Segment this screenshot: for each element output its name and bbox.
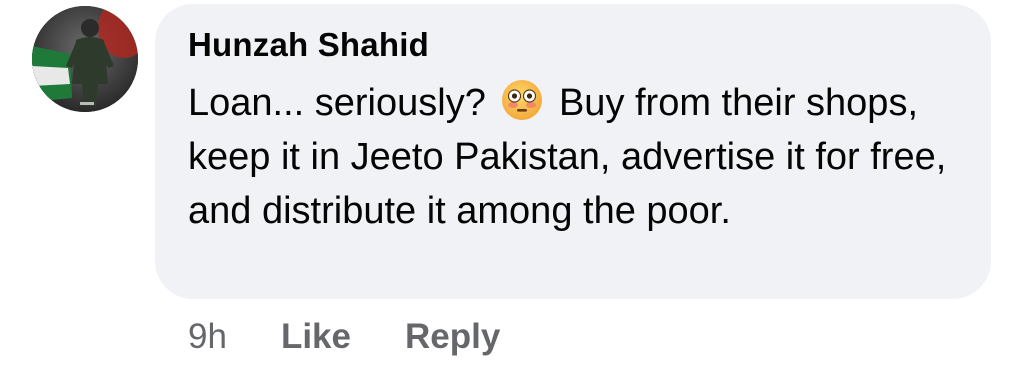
reply-button[interactable]: Reply: [405, 317, 500, 357]
comment: Hunzah Shahid Loan... seriously? Buy fro…: [0, 0, 1024, 372]
comment-timestamp[interactable]: 9h: [188, 317, 227, 357]
comment-text: Loan... seriously? Buy from their shops,…: [188, 76, 978, 238]
comment-author[interactable]: Hunzah Shahid: [188, 26, 429, 64]
comment-actions: 9h Like Reply: [188, 317, 500, 357]
flushed-face-emoji-icon: [500, 78, 544, 122]
comment-text-part-1: Loan... seriously?: [188, 82, 497, 124]
comment-bubble: Hunzah Shahid Loan... seriously? Buy fro…: [155, 4, 991, 299]
avatar-image: [32, 6, 138, 112]
avatar[interactable]: [32, 6, 138, 112]
like-button[interactable]: Like: [281, 317, 351, 357]
